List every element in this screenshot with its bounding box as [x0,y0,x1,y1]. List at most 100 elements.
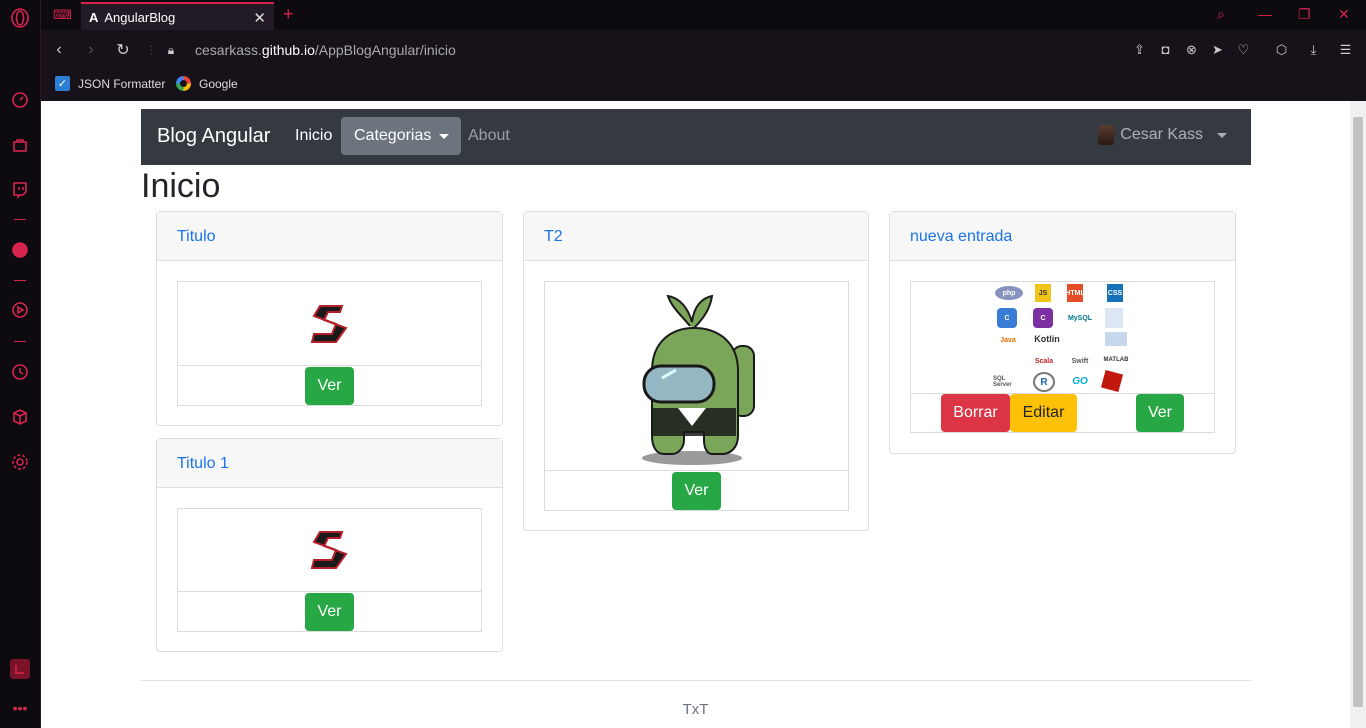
nav-link-inicio[interactable]: Inicio [295,127,332,145]
tab-bar: ⌨ A AngularBlog ✕ + ⌕ — ❐ ✕ [41,0,1366,30]
more-icon[interactable]: ••• [10,698,30,718]
google-icon [176,76,191,91]
reload-icon[interactable]: ↻ [113,40,133,60]
checkbox-icon: ✓ [55,76,70,91]
user-name: Cesar Kass [1120,126,1203,143]
share-icon[interactable]: ⇪ [1131,41,1148,58]
user-menu[interactable]: Cesar Kass [1098,125,1227,145]
back-icon[interactable]: ‹ [49,40,69,60]
post-title[interactable]: nueva entrada [890,212,1235,261]
bookmark-json-formatter[interactable]: ✓ JSON Formatter [55,76,165,91]
browser-chrome: ⌨ A AngularBlog ✕ + ⌕ — ❐ ✕ ‹ › ↻ ⋮ 🔒︎ c… [41,0,1366,101]
ver-button[interactable]: Ver [305,367,354,405]
post-title[interactable]: Titulo [157,212,502,261]
footer-divider [141,680,1251,681]
tab-angularblog[interactable]: A AngularBlog ✕ [81,2,274,30]
avatar [1098,125,1115,145]
bookmark-google[interactable]: Google [176,76,238,91]
page-title: Inicio [141,167,221,205]
address-actions: ⇪ ◘ ⊗ ➤ ♡ [1131,41,1252,58]
new-tab-icon[interactable]: + [283,4,294,25]
address-bar: ‹ › ↻ ⋮ 🔒︎ cesarkass.github.io/AppBlogAn… [41,30,1366,70]
site-navbar: Blog Angular Inicio Categorias About Ces… [141,109,1251,165]
matlab-logo: MATLAB [1103,357,1129,363]
heart-icon[interactable]: ♡ [1235,41,1252,58]
borrar-button[interactable]: Borrar [941,394,1010,432]
twitch-icon[interactable] [10,180,30,200]
download-icon[interactable]: ⤓ [1305,41,1322,58]
sidebar-divider [14,280,26,281]
post-body: Ver [177,508,482,632]
url-path: /AppBlogAngular/inicio [314,42,456,58]
easy-setup-icon[interactable]: ☰ [1337,41,1354,58]
js-logo: JS [1035,284,1051,302]
post-body: php JS HTML CSS C C MySQL Java Kotlin Sc… [910,281,1215,433]
java-logo: Java [1000,336,1016,344]
post-image [545,282,848,471]
opera-logo-icon[interactable] [10,8,30,28]
extensions-icon[interactable]: ⬡ [1273,41,1290,58]
dropdown-label: Categorias [354,127,432,144]
bookmark-label: JSON Formatter [78,76,166,91]
css-logo: CSS [1107,284,1123,302]
bookmark-label: Google [199,76,238,91]
url-field[interactable]: cesarkass.github.io/AppBlogAngular/inici… [195,42,456,58]
history-icon[interactable] [10,362,30,382]
scala-logo: Scala [1034,357,1054,365]
speed-dial-icon[interactable] [10,90,30,110]
sqlserver-logo: SQL Server [993,376,1012,388]
post-title[interactable]: Titulo 1 [157,439,502,488]
s-logo-icon [310,531,348,569]
c-logo: C [997,308,1017,328]
settings-gear-icon[interactable] [10,452,30,472]
extensions-cube-icon[interactable] [10,407,30,427]
url-prefix: cesarkass. [195,42,262,58]
adblock-icon[interactable]: ⊗ [1183,41,1200,58]
go-logo: GO [1072,375,1088,387]
game-controller-icon[interactable]: ⌨ [53,7,72,23]
ver-button[interactable]: Ver [672,472,721,510]
navbar-brand[interactable]: Blog Angular [157,125,270,148]
forward-icon[interactable]: › [81,40,101,60]
green-crewmate-icon [641,294,755,465]
net-logo [1105,332,1127,346]
nav-link-about[interactable]: About [468,127,510,145]
editar-button[interactable]: Editar [1010,394,1077,432]
db-logo [1105,308,1123,328]
lock-icon[interactable]: 🔒︎ [161,40,181,60]
feed-icon[interactable] [10,659,30,679]
post-body: Ver [544,281,849,511]
toolbar-actions: ⬡ ⤓ ☰ [1273,41,1354,58]
shopping-bag-icon[interactable] [10,135,30,155]
nav-dropdown-categorias[interactable]: Categorias [341,117,461,155]
close-window-icon[interactable]: ✕ [1338,6,1350,23]
sidebar-divider [14,219,26,220]
url-host: github.io [261,42,315,58]
post-image [178,509,481,592]
r-logo: R [1033,372,1055,392]
close-tab-icon[interactable]: ✕ [253,9,266,27]
post-card: T2 Ver [523,211,869,531]
restore-icon[interactable]: ❐ [1298,6,1311,23]
scrollbar-thumb[interactable] [1353,117,1363,707]
ver-button[interactable]: Ver [305,593,354,631]
send-icon[interactable]: ➤ [1209,41,1226,58]
minimize-icon[interactable]: — [1258,6,1272,22]
angular-icon: A [89,9,99,25]
camera-icon[interactable]: ◘ [1157,41,1174,58]
page-scrollbar[interactable] [1350,101,1366,728]
search-tabs-icon[interactable]: ⌕ [1217,6,1225,23]
languages-collage: php JS HTML CSS C C MySQL Java Kotlin Sc… [993,282,1135,393]
post-image: php JS HTML CSS C C MySQL Java Kotlin Sc… [911,282,1214,394]
post-title[interactable]: T2 [524,212,868,261]
php-logo: php [995,286,1023,300]
ver-button[interactable]: Ver [1136,394,1184,432]
tab-title: AngularBlog [104,9,176,25]
player-icon[interactable] [10,300,30,320]
post-body: Ver [177,281,482,406]
whatsapp-icon[interactable] [10,240,30,260]
post-card: Titulo 1 Ver [156,438,503,652]
swift-logo: Swift [1071,357,1089,365]
post-card: nueva entrada php JS HTML CSS C C MySQL … [889,211,1236,454]
opera-sidebar: ••• [0,0,41,728]
